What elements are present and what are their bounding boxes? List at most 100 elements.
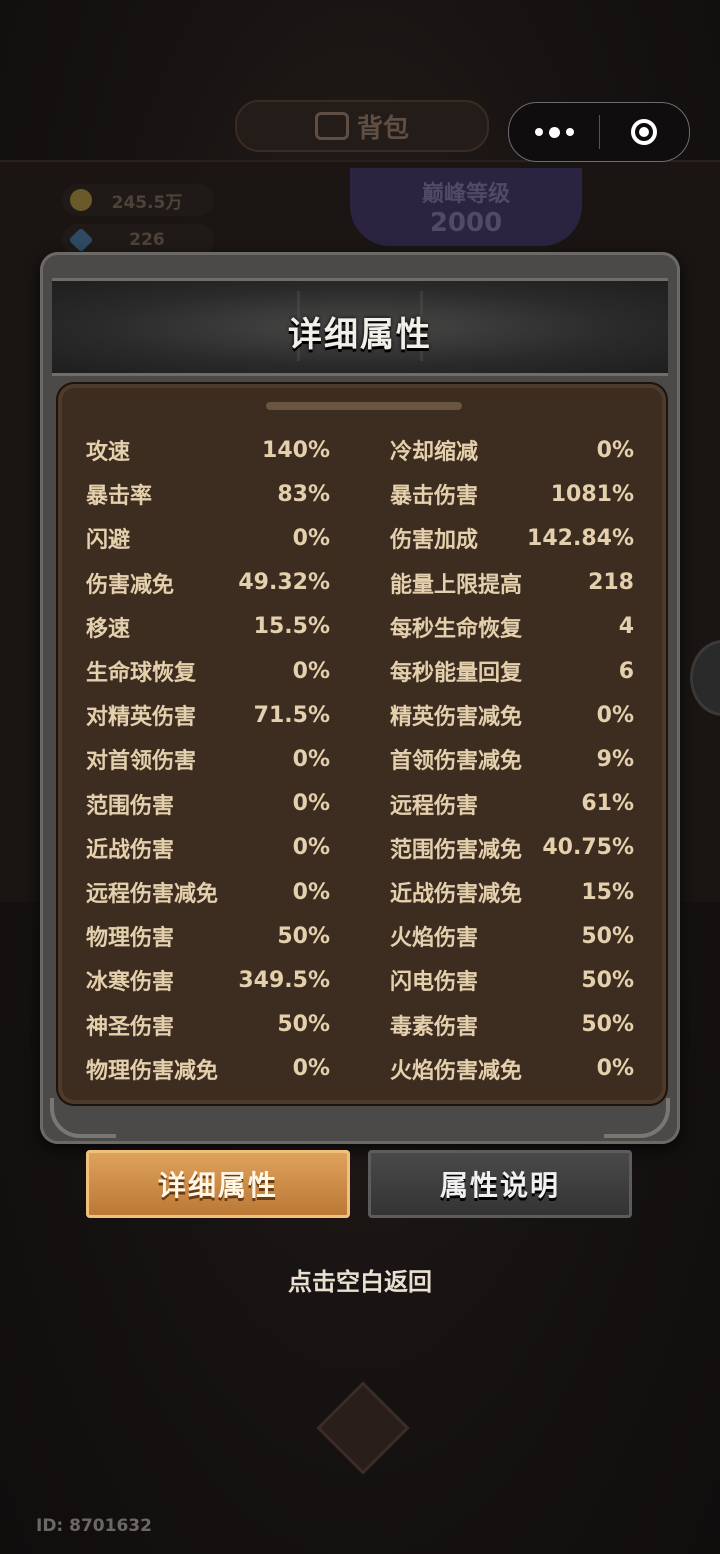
stat-name: 物理伤害 [86,926,175,952]
stat-value: 142.84% [527,525,634,551]
stat-value: 0% [292,658,330,684]
stat-row-right: 近战伤害减免 15% [390,877,634,908]
stat-value: 15% [581,879,634,905]
stat-row-left: 攻速 140% [86,435,330,466]
stat-name: 毒素伤害 [390,1014,479,1040]
stat-value: 0% [596,1056,634,1082]
stat-value: 61% [581,791,634,817]
stat-row-left: 神圣伤害 50% [86,1010,330,1040]
stat-name: 对首领伤害 [86,749,197,775]
gem-value: 226 [129,230,165,250]
stat-name: 生命球恢复 [86,661,197,686]
stat-value: 50% [277,1012,330,1038]
stat-name: 冰寒伤害 [86,970,175,996]
stat-name: 范围伤害减免 [390,837,523,863]
stat-row-right: 毒素伤害 50% [390,1010,634,1040]
stat-value: 83% [277,481,330,507]
peak-level: 2000 [429,208,503,238]
stat-row-left: 近战伤害 0% [86,833,330,863]
scroll-grip [266,402,462,410]
stat-row-right: 每秒生命恢复 4 [390,612,634,642]
stat-name: 物理伤害减免 [86,1058,219,1084]
stat-value: 4 [618,614,634,640]
stat-value: 50% [277,923,330,949]
tab-detail-attributes[interactable]: 详细属性 [86,1150,350,1218]
stat-value: 71.5% [253,702,330,728]
stat-name: 远程伤害减免 [86,882,219,907]
stat-value: 0% [292,879,330,905]
peak-label: 巅峰等级 [421,182,510,207]
stat-name: 移速 [86,616,131,642]
stat-value: 50% [581,1012,634,1038]
stat-name: 攻速 [86,440,131,465]
stat-row-left: 暴击率 83% [86,479,330,510]
corner-ornament-right [604,1098,670,1138]
more-dots-icon-right [565,128,574,136]
stat-value: 0% [292,746,330,772]
stat-name: 每秒能量回复 [390,661,523,686]
stat-value: 0% [596,702,634,728]
stat-name: 近战伤害 [86,837,175,863]
stat-row-right: 冷却缩减 0% [390,435,634,466]
stat-row-right: 闪电伤害 50% [390,965,634,996]
stat-row-right: 火焰伤害 50% [390,921,634,952]
stat-value: 9% [596,746,634,772]
stat-row-right: 精英伤害减免 0% [390,700,634,731]
stat-row-left: 移速 15.5% [86,612,330,642]
stat-row-left: 对首领伤害 0% [86,744,330,775]
stat-value: 349.5% [238,967,330,993]
stat-row-right: 伤害加成 142.84% [390,523,634,554]
stat-value: 6 [618,658,634,684]
stat-name: 能量上限提高 [390,572,523,598]
gold-counter: 245.5万 [62,184,214,216]
stat-name: 冷却缩减 [390,440,479,465]
panel-title: 详细属性 [288,315,432,355]
stat-value: 50% [581,923,634,949]
stat-row-right: 范围伤害减免 40.75% [390,833,634,863]
stat-row-left: 对精英伤害 71.5% [86,700,330,731]
stat-row-left: 闪避 0% [86,523,330,554]
stat-value: 1081% [550,481,634,507]
stat-value: 0% [596,437,634,463]
stat-value: 218 [588,570,634,596]
stat-row-left: 远程伤害减免 0% [86,877,330,908]
close-miniprogram-button[interactable] [600,119,688,145]
stat-value: 0% [292,525,330,551]
miniprogram-capsule [508,102,690,162]
panel-title-bar: 详细属性 [52,278,668,376]
more-menu-button[interactable] [509,126,599,138]
stat-value: 0% [292,835,330,861]
gold-coin-icon [70,189,92,211]
stat-name: 闪电伤害 [390,970,479,996]
stat-row-left: 范围伤害 0% [86,789,330,819]
target-icon [631,119,657,145]
stat-row-right: 火焰伤害减免 0% [390,1054,634,1084]
stat-row-left: 物理伤害减免 0% [86,1054,330,1084]
bag-header: 背包 [235,100,489,152]
tap-blank-to-return[interactable]: 点击空白返回 [0,1262,720,1297]
stat-name: 对精英伤害 [86,705,197,731]
stat-value: 50% [581,967,634,993]
stat-row-right: 暴击伤害 1081% [390,479,634,510]
stat-name: 首领伤害减免 [390,749,523,775]
stat-row-left: 生命球恢复 0% [86,656,330,687]
stat-name: 暴击率 [86,484,153,510]
stat-name: 精英伤害减免 [390,705,523,731]
gem-icon [68,227,94,253]
stat-value: 0% [292,1056,330,1082]
stat-row-left: 伤害减免 49.32% [86,568,330,598]
stat-row-right: 能量上限提高 218 [390,568,634,598]
bag-title: 背包 [356,113,409,144]
stat-name: 火焰伤害 [390,926,479,952]
stat-row-left: 冰寒伤害 349.5% [86,965,330,996]
stat-name: 近战伤害减免 [390,882,523,907]
stat-name: 范围伤害 [86,793,175,819]
stat-value: 49.32% [238,570,330,596]
more-dots-icon [534,128,543,136]
corner-ornament-left [50,1098,116,1138]
stat-name: 每秒生命恢复 [390,616,523,642]
tab-attribute-explanation[interactable]: 属性说明 [368,1150,632,1218]
peak-level-badge: 巅峰等级 2000 [350,168,582,246]
user-id: ID: 8701632 [36,1516,152,1536]
stat-row-right: 每秒能量回复 6 [390,656,634,687]
